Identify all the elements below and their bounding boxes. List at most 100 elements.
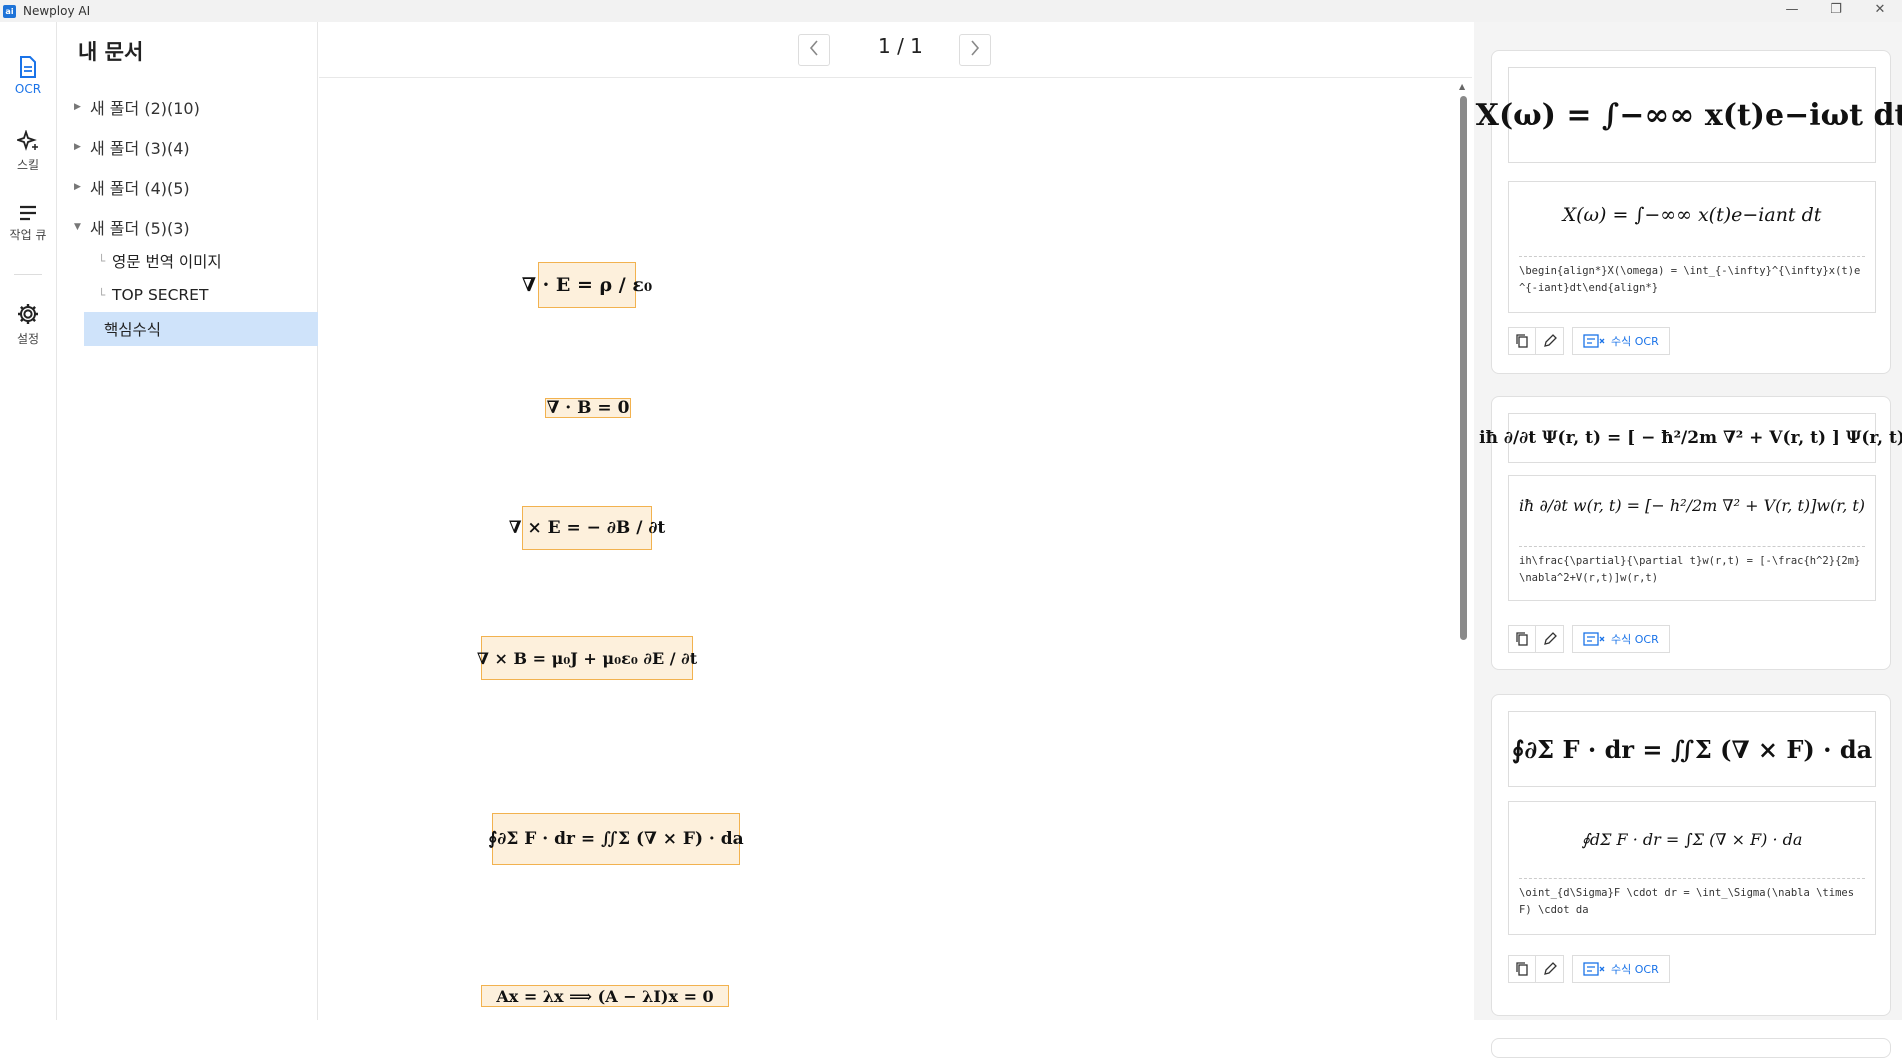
copy-icon xyxy=(1516,962,1528,976)
pencil-icon xyxy=(1543,962,1557,975)
copy-icon xyxy=(1516,334,1528,348)
rail-item-queue[interactable]: 작업 큐 xyxy=(0,204,56,243)
folder-label: 새 폴더 (2)(10) xyxy=(90,99,200,118)
card-toolbar: 수식 OCR xyxy=(1508,327,1670,355)
result-card: X(ω) = ∫−∞∞ x(t)e−iωt dt X(ω) = ∫−∞∞ x(t… xyxy=(1476,50,1902,374)
folder-item[interactable]: ▶ 새 폴더 (4)(5) xyxy=(74,175,190,199)
leaf-label: 핵심수식 xyxy=(104,321,162,339)
ocr-result-box: X(ω) = ∫−∞∞ x(t)e−iant dt \begin{align*}… xyxy=(1508,181,1876,313)
copy-button[interactable] xyxy=(1508,625,1536,653)
equation-region[interactable]: ∇ × B = μ₀J + μ₀ε₀ ∂E / ∂t xyxy=(477,636,697,680)
equation-region[interactable]: ∮∂Σ F · dr = ∬Σ (∇ × F) · da xyxy=(488,813,744,865)
formula-ocr-button[interactable]: 수식 OCR xyxy=(1572,625,1670,653)
tree-title: 내 문서 xyxy=(78,40,144,64)
rail-item-skill[interactable]: 스킬 xyxy=(0,130,56,173)
window-controls: — ❐ ✕ xyxy=(1770,0,1902,22)
document-viewer: 1 / 1 ∇ · E = ρ / ε₀ ∇ · B = 0 ∇ × E = −… xyxy=(319,22,1472,1020)
formula-ocr-icon xyxy=(1583,962,1605,976)
edit-button[interactable] xyxy=(1536,625,1564,653)
leaf-label: TOP SECRET xyxy=(112,286,209,304)
result-card: iħ ∂/∂t Ψ(r, t) = [ − ħ²/2m ∇² + V(r, t)… xyxy=(1479,396,1902,670)
app-logo-icon: ai xyxy=(3,4,16,18)
equation-text: Ax = λx ⟹ (A − λI)x = 0 xyxy=(496,986,714,1006)
prev-page-button[interactable] xyxy=(798,34,830,66)
formula-ocr-label: 수식 OCR xyxy=(1611,633,1659,646)
rail-label-settings: 설정 xyxy=(16,332,40,346)
equation-region[interactable]: Ax = λx ⟹ (A − λI)x = 0 xyxy=(481,985,729,1007)
formula-ocr-label: 수식 OCR xyxy=(1611,963,1659,976)
latex-source[interactable]: \oint_{d\Sigma}F \cdot dr = \int_\Sigma(… xyxy=(1519,878,1865,919)
result-card xyxy=(1491,1038,1891,1058)
next-page-button[interactable] xyxy=(959,34,991,66)
caret-right-icon[interactable]: ▶ xyxy=(74,142,90,152)
leaf-label: 영문 번역 이미지 xyxy=(112,253,222,271)
copy-button[interactable] xyxy=(1508,955,1536,983)
nav-rail: OCR 스킬 작업 큐 설정 xyxy=(0,22,57,1020)
equation-text: ∇ × E = − ∂B / ∂t xyxy=(508,518,666,538)
formula-ocr-icon xyxy=(1583,334,1605,348)
minimize-icon[interactable]: — xyxy=(1770,0,1814,22)
rail-divider xyxy=(14,274,42,275)
folder-item[interactable]: ▶ 새 폴더 (2)(10) xyxy=(74,95,200,119)
ocr-result-box: iħ ∂/∂t w(r, t) = [− h²/2m ∇² + V(r, t)]… xyxy=(1508,475,1876,601)
equation-image-text: X(ω) = ∫−∞∞ x(t)e−iωt dt xyxy=(1475,97,1902,133)
caret-right-icon[interactable]: ▶ xyxy=(74,182,90,192)
rail-label-ocr: OCR xyxy=(14,82,42,96)
caret-right-icon[interactable]: ▶ xyxy=(74,102,90,112)
app-title: Newploy AI xyxy=(23,4,91,18)
rail-item-ocr[interactable]: OCR xyxy=(0,56,56,96)
gear-icon xyxy=(18,304,38,324)
formula-ocr-button[interactable]: 수식 OCR xyxy=(1572,955,1670,983)
equation-text: ∇ · B = 0 xyxy=(546,398,630,418)
tree-leaf[interactable]: └ TOP SECRET xyxy=(84,278,208,312)
folder-item[interactable]: ▶ 새 폴더 (3)(4) xyxy=(74,135,190,159)
sparkle-icon xyxy=(17,130,38,151)
tree-leaf[interactable]: └ 영문 번역 이미지 xyxy=(84,244,222,278)
result-card: ∮∂Σ F · dr = ∬Σ (∇ × F) · da ∮dΣ F · dr … xyxy=(1491,694,1891,1016)
equation-region[interactable]: ∇ × E = − ∂B / ∂t xyxy=(509,506,665,550)
tree-leaf-selected[interactable]: 핵심수식 xyxy=(84,312,318,346)
close-icon[interactable]: ✕ xyxy=(1858,0,1902,22)
copy-icon xyxy=(1516,632,1528,646)
formula-ocr-button[interactable]: 수식 OCR xyxy=(1572,327,1670,355)
folder-label: 새 폴더 (4)(5) xyxy=(90,179,190,198)
caret-down-icon[interactable]: ▼ xyxy=(74,222,90,232)
scroll-thumb[interactable] xyxy=(1460,96,1467,640)
rendered-formula: X(ω) = ∫−∞∞ x(t)e−iant dt xyxy=(1562,204,1822,226)
card-toolbar: 수식 OCR xyxy=(1508,955,1670,983)
restore-icon[interactable]: ❐ xyxy=(1814,0,1858,22)
rail-item-settings[interactable]: 설정 xyxy=(0,302,56,347)
chevron-left-icon xyxy=(809,40,818,56)
equation-image-text: ∮∂Σ F · dr = ∬Σ (∇ × F) · da xyxy=(1511,734,1873,764)
copy-button[interactable] xyxy=(1508,327,1536,355)
folder-item[interactable]: ▼ 새 폴더 (5)(3) xyxy=(74,215,190,239)
card-toolbar: 수식 OCR xyxy=(1508,625,1670,653)
equation-region[interactable]: ∇ · E = ρ / ε₀ xyxy=(522,262,652,308)
latex-source[interactable]: \begin{align*}X(\omega) = \int_{-\infty}… xyxy=(1519,256,1865,297)
latex-source[interactable]: ih\frac{\partial}{\partial t}w(r,t) = [-… xyxy=(1519,546,1865,587)
scroll-up-icon[interactable]: ▲ xyxy=(1459,82,1465,91)
rendered-formula: ∮dΣ F · dr = ∫Σ (∇ × F) · da xyxy=(1581,830,1803,849)
equation-region[interactable]: ∇ · B = 0 xyxy=(545,398,631,418)
equation-text: ∇ × B = μ₀J + μ₀ε₀ ∂E / ∂t xyxy=(476,648,698,668)
list-icon xyxy=(20,205,36,221)
title-bar: ai Newploy AI — ❐ ✕ xyxy=(0,0,1902,22)
rail-label-queue: 작업 큐 xyxy=(9,228,47,242)
formula-ocr-icon xyxy=(1583,632,1605,646)
equation-image-text: iħ ∂/∂t Ψ(r, t) = [ − ħ²/2m ∇² + V(r, t)… xyxy=(1479,428,1902,448)
vertical-scrollbar[interactable]: ▲ xyxy=(1458,80,1468,1020)
equation-text: ∮∂Σ F · dr = ∬Σ (∇ × F) · da xyxy=(488,829,744,849)
edit-button[interactable] xyxy=(1536,955,1564,983)
equation-image: ∮∂Σ F · dr = ∬Σ (∇ × F) · da xyxy=(1508,711,1876,787)
formula-ocr-label: 수식 OCR xyxy=(1611,335,1659,348)
chevron-right-icon xyxy=(971,40,980,56)
pencil-icon xyxy=(1543,632,1557,645)
document-tree: 내 문서 ▶ 새 폴더 (2)(10) ▶ 새 폴더 (3)(4) ▶ 새 폴더… xyxy=(58,22,318,1020)
page-indicator: 1 / 1 xyxy=(878,34,923,58)
folder-label: 새 폴더 (3)(4) xyxy=(90,139,190,158)
rail-label-skill: 스킬 xyxy=(16,158,40,172)
document-icon xyxy=(20,56,36,78)
pencil-icon xyxy=(1543,334,1557,347)
tree-connector: └ xyxy=(98,254,106,268)
edit-button[interactable] xyxy=(1536,327,1564,355)
